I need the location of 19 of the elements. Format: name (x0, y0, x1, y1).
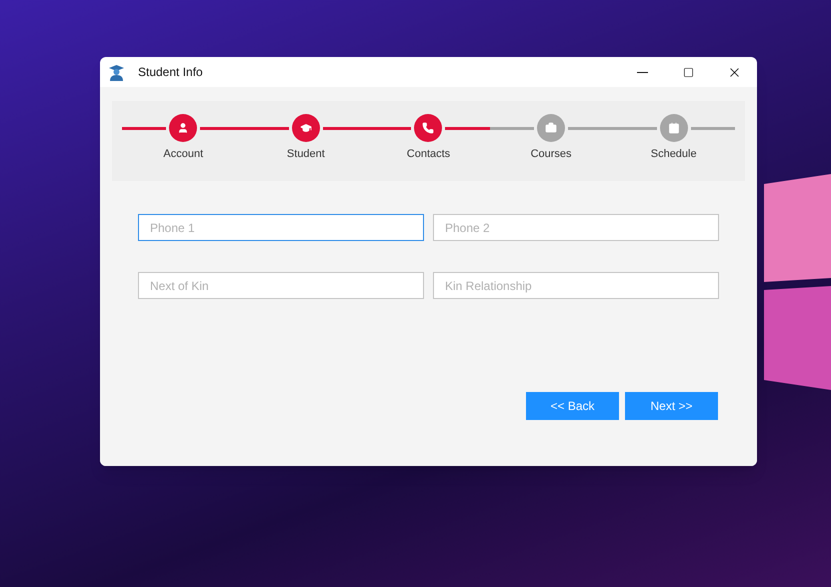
calendar-icon (668, 122, 680, 134)
next-button[interactable]: Next >> (625, 392, 718, 420)
step-label: Courses (530, 147, 572, 162)
phone-icon (422, 122, 434, 134)
input-field[interactable]: Next of Kin (138, 272, 424, 299)
input-field[interactable]: Phone 1 (138, 214, 424, 241)
step-label: Account (163, 147, 204, 162)
maximize-icon (682, 66, 694, 78)
input-field[interactable]: Phone 2 (433, 214, 719, 241)
person-icon (177, 122, 190, 134)
step-label: Contacts (406, 147, 450, 162)
input-field[interactable]: Kin Relationship (433, 272, 719, 299)
graduation-cap-icon (300, 122, 312, 134)
step-label: Schedule (650, 147, 697, 162)
back-button[interactable]: << Back (526, 392, 619, 420)
briefcase-icon (545, 122, 558, 134)
step-label: Student (286, 147, 325, 162)
student-icon (108, 64, 125, 80)
window-title: Student Info (138, 64, 203, 81)
